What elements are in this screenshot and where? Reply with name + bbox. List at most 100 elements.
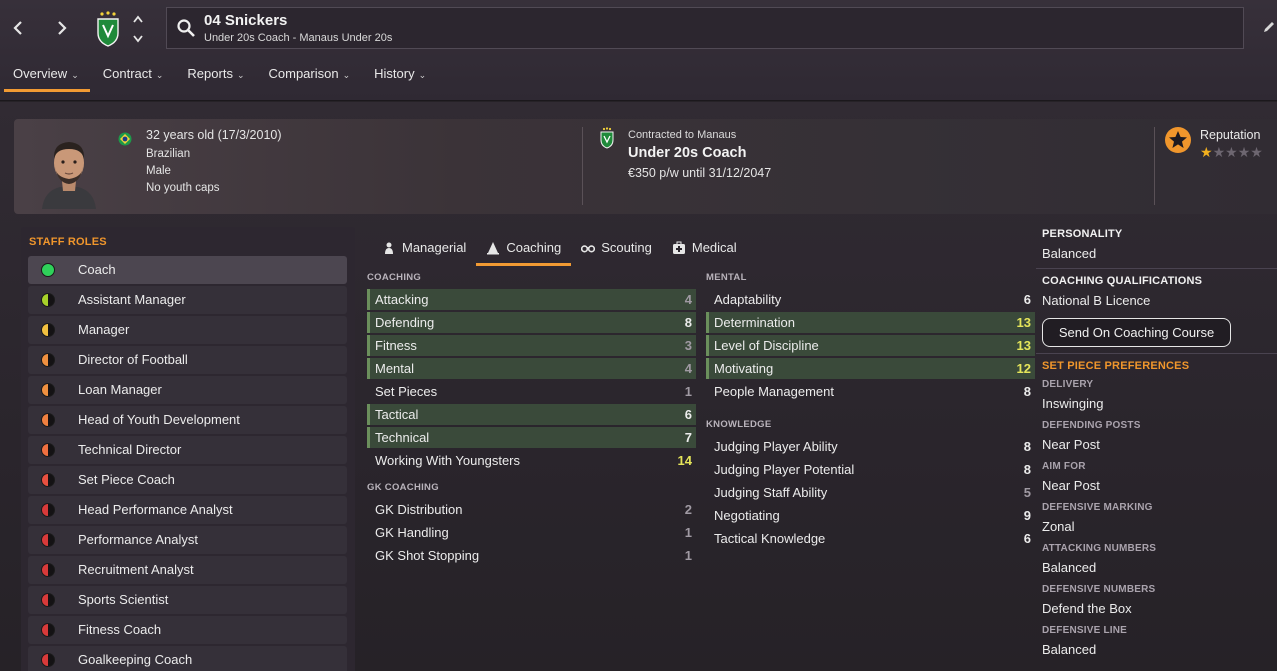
attribute-row[interactable]: GK Distribution 2 — [367, 499, 696, 520]
attribute-value: 1 — [684, 548, 692, 563]
attribute-name: Fitness — [375, 338, 417, 353]
personality-value: Balanced — [1042, 246, 1097, 261]
role-suitability-icon — [41, 323, 55, 337]
role-row[interactable]: Sports Scientist — [28, 586, 347, 614]
attribute-row[interactable]: Attacking 4 — [367, 289, 696, 310]
club-badge-icon[interactable] — [94, 11, 122, 47]
role-row[interactable]: Assistant Manager — [28, 286, 347, 314]
tab-comparison[interactable]: Comparison ⌄ — [258, 58, 362, 92]
staff-name: 04 Snickers — [204, 12, 288, 29]
attribute-row[interactable]: Technical 7 — [367, 427, 696, 448]
attribute-value: 4 — [684, 361, 692, 376]
divider — [1036, 353, 1277, 354]
attribute-value: 6 — [684, 407, 692, 422]
role-row[interactable]: Manager — [28, 316, 347, 344]
defensive-line-heading: DEFENSIVE LINE — [1042, 625, 1128, 636]
attribute-row[interactable]: Tactical 6 — [367, 404, 696, 425]
attribute-row[interactable]: Judging Player Potential 8 — [706, 459, 1035, 480]
reputation-label: Reputation — [1200, 128, 1261, 142]
attribute-name: Judging Player Potential — [714, 462, 855, 477]
role-row[interactable]: Set Piece Coach — [28, 466, 347, 494]
attribute-value: 14 — [677, 453, 692, 468]
tab-contract[interactable]: Contract ⌄ — [92, 58, 175, 92]
attribute-row[interactable]: Working With Youngsters 14 — [367, 450, 696, 471]
attribute-row[interactable]: Determination 13 — [706, 312, 1035, 333]
binoculars-icon — [581, 244, 596, 252]
role-row[interactable]: Performance Analyst — [28, 526, 347, 554]
tab-medical[interactable]: Medical — [662, 229, 747, 266]
role-label: Director of Football — [78, 352, 188, 367]
qualifications-value: National B Licence — [1042, 293, 1151, 308]
attribute-value: 7 — [684, 430, 692, 445]
tab-label: Reports — [187, 66, 233, 81]
role-row[interactable]: Director of Football — [28, 346, 347, 374]
reputation-star-icon — [1165, 127, 1191, 153]
attribute-value: 1 — [684, 384, 692, 399]
attribute-name: Tactical — [375, 407, 419, 422]
back-arrow-icon[interactable] — [7, 14, 29, 42]
tab-reports[interactable]: Reports ⌄ — [176, 58, 255, 92]
attribute-value: 6 — [1023, 531, 1031, 546]
tab-history[interactable]: History ⌄ — [363, 58, 437, 92]
tab-scouting[interactable]: Scouting — [571, 229, 662, 266]
attribute-row[interactable]: Defending 8 — [367, 312, 696, 333]
attribute-row[interactable]: Tactical Knowledge 6 — [706, 528, 1035, 549]
chevron-down-icon: ⌄ — [71, 70, 79, 80]
role-suitability-icon — [41, 593, 55, 607]
staff-age: 32 years old (17/3/2010) — [146, 128, 282, 142]
attribute-value: 13 — [1016, 338, 1031, 353]
role-row[interactable]: Goalkeeping Coach — [28, 646, 347, 671]
attribute-name: Judging Player Ability — [714, 439, 838, 454]
attribute-row[interactable]: Level of Discipline 13 — [706, 335, 1035, 356]
attribute-row[interactable]: GK Handling 1 — [367, 522, 696, 543]
role-row[interactable]: Technical Director — [28, 436, 347, 464]
attribute-row[interactable]: Adaptability 6 — [706, 289, 1035, 310]
search-icon[interactable] — [176, 18, 196, 38]
attribute-value: 1 — [684, 525, 692, 540]
role-label: Assistant Manager — [78, 292, 186, 307]
tab-label: Medical — [691, 239, 737, 255]
tab-coaching[interactable]: Coaching — [476, 229, 572, 266]
attribute-tabs: Managerial Coaching Scouting Medical — [372, 229, 747, 266]
attribute-name: Negotiating — [714, 508, 780, 523]
set-piece-heading: SET PIECE PREFERENCES — [1042, 360, 1190, 372]
defending-posts-value: Near Post — [1042, 437, 1100, 452]
defensive-numbers-value: Defend the Box — [1042, 601, 1132, 616]
role-suitability-icon — [41, 413, 55, 427]
attribute-row[interactable]: Negotiating 9 — [706, 505, 1035, 526]
attacking-numbers-heading: ATTACKING NUMBERS — [1042, 543, 1157, 554]
defensive-line-value: Balanced — [1042, 642, 1097, 657]
tab-overview[interactable]: Overview ⌄ — [2, 58, 90, 92]
contract-wage: €350 p/w until 31/12/2047 — [628, 166, 772, 180]
forward-arrow-icon[interactable] — [51, 14, 73, 42]
role-suitability-icon — [41, 503, 55, 517]
attribute-row[interactable]: GK Shot Stopping 1 — [367, 545, 696, 566]
role-row[interactable]: Head of Youth Development — [28, 406, 347, 434]
star-empty-icon: ★ — [1212, 144, 1226, 160]
up-down-chevron-icon[interactable] — [131, 15, 145, 43]
chevron-down-icon: ⌄ — [418, 70, 427, 80]
role-row[interactable]: Coach — [28, 256, 347, 284]
attribute-row[interactable]: Judging Player Ability 8 — [706, 436, 1035, 457]
attribute-row[interactable]: Judging Staff Ability 5 — [706, 482, 1035, 503]
attribute-name: Defending — [375, 315, 435, 330]
role-row[interactable]: Recruitment Analyst — [28, 556, 347, 584]
role-suitability-icon — [41, 653, 55, 667]
tab-managerial[interactable]: Managerial — [372, 229, 476, 266]
staff-roles-panel: STAFF ROLES Coach Assistant Manager Manage… — [21, 227, 355, 671]
attribute-row[interactable]: Fitness 3 — [367, 335, 696, 356]
role-row[interactable]: Loan Manager — [28, 376, 347, 404]
attribute-row[interactable]: People Management 8 — [706, 381, 1035, 402]
attribute-row[interactable]: Motivating 12 — [706, 358, 1035, 379]
chevron-down-icon: ⌄ — [342, 70, 351, 80]
attribute-value: 8 — [1023, 384, 1031, 399]
defensive-numbers-heading: DEFENSIVE NUMBERS — [1042, 584, 1156, 595]
edit-pencil-icon[interactable] — [1262, 20, 1276, 34]
role-row[interactable]: Head Performance Analyst — [28, 496, 347, 524]
role-suitability-icon — [41, 263, 55, 277]
attribute-row[interactable]: Mental 4 — [367, 358, 696, 379]
search-bar[interactable]: 04 Snickers Under 20s Coach - Manaus Und… — [166, 7, 1244, 49]
send-on-course-button[interactable]: Send On Coaching Course — [1042, 318, 1231, 347]
role-row[interactable]: Fitness Coach — [28, 616, 347, 644]
attribute-row[interactable]: Set Pieces 1 — [367, 381, 696, 402]
